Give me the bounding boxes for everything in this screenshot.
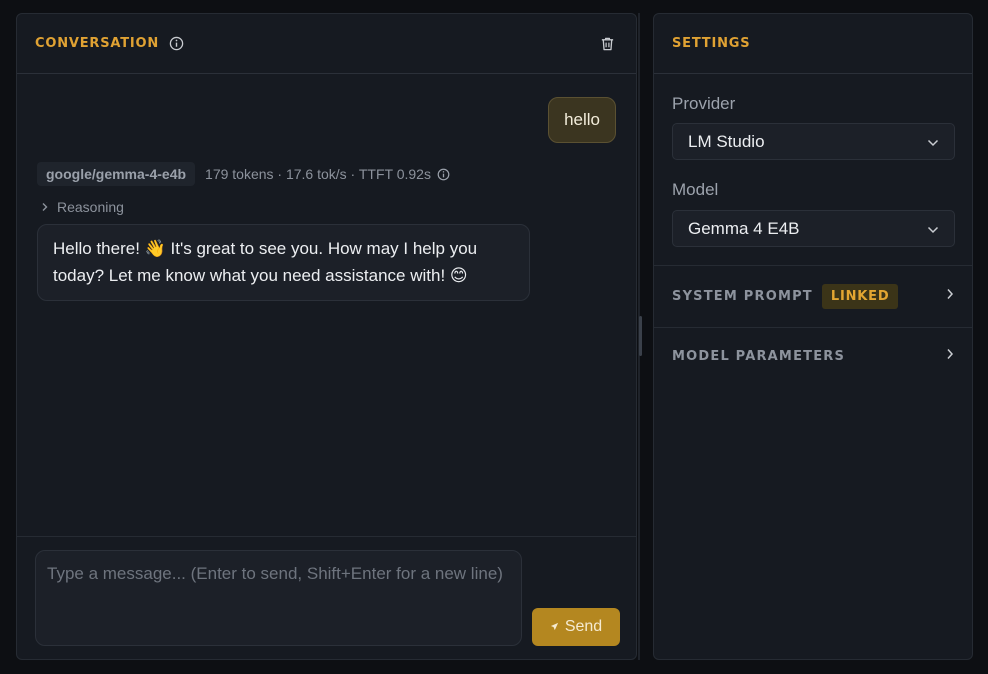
chevron-down-icon — [927, 219, 939, 239]
send-icon — [550, 618, 559, 636]
conversation-title-text: CONVERSATION — [35, 36, 160, 51]
generation-stats: 179 tokens · 17.6 tok/s · TTFT 0.92s — [205, 166, 431, 182]
reasoning-label: Reasoning — [57, 199, 124, 215]
settings-title: SETTINGS — [672, 36, 751, 51]
settings-header: SETTINGS — [654, 14, 972, 74]
assistant-meta: google/gemma-4-e4b 179 tokens · 17.6 tok… — [37, 162, 451, 186]
model-parameters-title: MODEL PARAMETERS — [672, 349, 845, 364]
chevron-down-icon — [927, 132, 939, 152]
model-label: Model — [672, 180, 719, 199]
model-badge: google/gemma-4-e4b — [37, 162, 196, 186]
conversation-title: CONVERSATION — [35, 36, 184, 51]
chevron-right-icon — [946, 347, 954, 365]
provider-select[interactable]: LM Studio — [672, 123, 955, 160]
system-prompt-title: SYSTEM PROMPT LINKED — [672, 283, 899, 309]
conversation-header: CONVERSATION — [17, 14, 636, 74]
message-input[interactable] — [35, 550, 522, 646]
model-parameters-section[interactable]: MODEL PARAMETERS — [654, 326, 972, 386]
model-parameters-label: MODEL PARAMETERS — [672, 348, 846, 364]
trash-icon[interactable] — [596, 33, 618, 55]
chevron-right-icon — [41, 199, 49, 215]
composer-area: Send — [17, 536, 636, 659]
settings-panel: SETTINGS Provider LM Studio Model Gemma … — [653, 13, 973, 660]
send-button[interactable]: Send — [532, 608, 620, 646]
linked-badge: LINKED — [821, 283, 899, 309]
model-select[interactable]: Gemma 4 E4B — [672, 210, 955, 247]
info-icon[interactable] — [169, 36, 184, 51]
system-prompt-section[interactable]: SYSTEM PROMPT LINKED — [654, 266, 972, 326]
model-value: Gemma 4 E4B — [688, 218, 800, 238]
assistant-message: Hello there! 👋 It's great to see you. Ho… — [37, 224, 530, 301]
reasoning-toggle[interactable]: Reasoning — [41, 199, 124, 215]
stats-info-icon[interactable] — [436, 167, 451, 182]
conversation-panel: CONVERSATION hello google/gemma-4-e4b 17… — [16, 13, 637, 660]
chevron-right-icon — [946, 287, 954, 305]
provider-label: Provider — [672, 94, 736, 113]
user-message: hello — [548, 97, 616, 143]
system-prompt-label: SYSTEM PROMPT — [672, 288, 813, 304]
provider-value: LM Studio — [688, 131, 765, 151]
send-label: Send — [564, 618, 603, 635]
resize-handle[interactable] — [639, 316, 642, 356]
